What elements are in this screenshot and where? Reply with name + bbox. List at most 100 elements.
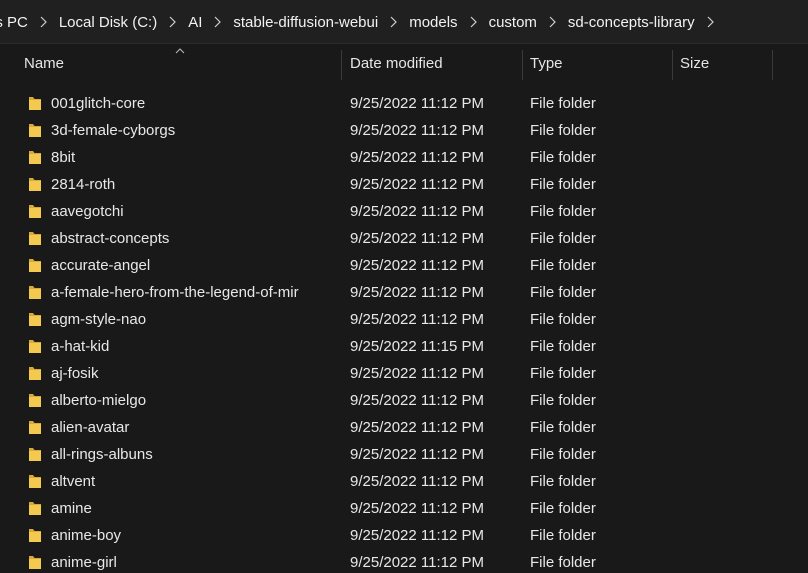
- file-name: anime-girl: [51, 554, 117, 571]
- column-divider[interactable]: [772, 50, 773, 80]
- date-modified: 9/25/2022 11:12 PM: [350, 257, 484, 274]
- folder-icon: [29, 367, 41, 380]
- column-header-size[interactable]: Size: [680, 44, 770, 82]
- file-name: agm-style-nao: [51, 311, 147, 328]
- chevron-right-icon[interactable]: [541, 16, 564, 28]
- list-item[interactable]: all-rings-albuns 9/25/2022 11:12 PM File f…: [0, 441, 808, 468]
- folder-icon: [29, 394, 41, 407]
- folder-icon: [29, 286, 41, 299]
- date-modified: 9/25/2022 11:12 PM: [350, 230, 484, 247]
- column-header-name[interactable]: Name: [24, 44, 340, 82]
- file-type: File folder: [530, 419, 596, 436]
- breadcrumb: is PC Local Disk (C:) AI stable-diffusion-w…: [0, 0, 722, 44]
- address-bar[interactable]: is PC Local Disk (C:) AI stable-diffusion-w…: [0, 0, 808, 44]
- file-list: 001glitch-core 9/25/2022 11:12 PM File fol…: [0, 90, 808, 573]
- column-headers: Name Date modified Type Size: [0, 44, 808, 82]
- file-name: 3d-female-cyborgs: [51, 122, 176, 139]
- folder-icon: [29, 421, 41, 434]
- date-modified: 9/25/2022 11:12 PM: [350, 149, 484, 166]
- folder-icon: [29, 259, 41, 272]
- folder-icon: [29, 124, 41, 137]
- breadcrumb-item[interactable]: AI: [184, 14, 206, 31]
- chevron-right-icon[interactable]: [206, 16, 229, 28]
- folder-icon: [29, 502, 41, 515]
- file-name: accurate-angel: [51, 257, 151, 274]
- date-modified: 9/25/2022 11:12 PM: [350, 446, 484, 463]
- folder-icon: [29, 232, 41, 245]
- folder-icon: [29, 178, 41, 191]
- chevron-right-icon[interactable]: [32, 16, 55, 28]
- file-type: File folder: [530, 554, 596, 571]
- date-modified: 9/25/2022 11:15 PM: [350, 338, 484, 355]
- file-name: 8bit: [51, 149, 76, 166]
- file-type: File folder: [530, 338, 596, 355]
- file-type: File folder: [530, 500, 596, 517]
- list-item[interactable]: 3d-female-cyborgs 9/25/2022 11:12 PM File …: [0, 117, 808, 144]
- breadcrumb-item[interactable]: models: [405, 14, 461, 31]
- list-item[interactable]: anime-boy 9/25/2022 11:12 PM File folder: [0, 522, 808, 549]
- list-item[interactable]: agm-style-nao 9/25/2022 11:12 PM File fold…: [0, 306, 808, 333]
- date-modified: 9/25/2022 11:12 PM: [350, 554, 484, 571]
- file-name: altvent: [51, 473, 96, 490]
- file-explorer-window: is PC Local Disk (C:) AI stable-diffusion-w…: [0, 0, 808, 573]
- column-header-size-label: Size: [680, 54, 710, 72]
- file-name: alien-avatar: [51, 419, 130, 436]
- file-type: File folder: [530, 365, 596, 382]
- file-type: File folder: [530, 473, 596, 490]
- list-item[interactable]: accurate-angel 9/25/2022 11:12 PM File fol…: [0, 252, 808, 279]
- folder-icon: [29, 475, 41, 488]
- file-type: File folder: [530, 257, 596, 274]
- list-item[interactable]: aj-fosik 9/25/2022 11:12 PM File folder: [0, 360, 808, 387]
- list-item[interactable]: altvent 9/25/2022 11:12 PM File folder: [0, 468, 808, 495]
- list-item[interactable]: 8bit 9/25/2022 11:12 PM File folder: [0, 144, 808, 171]
- date-modified: 9/25/2022 11:12 PM: [350, 365, 484, 382]
- breadcrumb-item[interactable]: is PC: [0, 14, 32, 31]
- list-item[interactable]: a-female-hero-from-the-legend-of-mir 9/25…: [0, 279, 808, 306]
- date-modified: 9/25/2022 11:12 PM: [350, 95, 484, 112]
- file-name: 001glitch-core: [51, 95, 146, 112]
- file-type: File folder: [530, 149, 596, 166]
- list-item[interactable]: alien-avatar 9/25/2022 11:12 PM File folde…: [0, 414, 808, 441]
- breadcrumb-item[interactable]: sd-concepts-library: [564, 14, 699, 31]
- list-item[interactable]: anime-girl 9/25/2022 11:12 PM File folder: [0, 549, 808, 573]
- date-modified: 9/25/2022 11:12 PM: [350, 122, 484, 139]
- breadcrumb-item[interactable]: custom: [485, 14, 541, 31]
- file-name: anime-boy: [51, 527, 122, 544]
- column-header-date-label: Date modified: [350, 54, 443, 72]
- list-item[interactable]: abstract-concepts 9/25/2022 11:12 PM File …: [0, 225, 808, 252]
- folder-icon: [29, 313, 41, 326]
- folder-icon: [29, 556, 41, 569]
- column-header-date[interactable]: Date modified: [350, 44, 520, 82]
- column-divider[interactable]: [522, 50, 523, 80]
- list-item[interactable]: 2814-roth 9/25/2022 11:12 PM File folder: [0, 171, 808, 198]
- chevron-right-icon[interactable]: [699, 16, 722, 28]
- date-modified: 9/25/2022 11:12 PM: [350, 284, 484, 301]
- date-modified: 9/25/2022 11:12 PM: [350, 527, 484, 544]
- file-type: File folder: [530, 122, 596, 139]
- breadcrumb-item[interactable]: Local Disk (C:): [55, 14, 161, 31]
- list-item[interactable]: amine 9/25/2022 11:12 PM File folder: [0, 495, 808, 522]
- chevron-right-icon[interactable]: [382, 16, 405, 28]
- file-name: a-female-hero-from-the-legend-of-mir: [51, 284, 299, 301]
- column-divider[interactable]: [341, 50, 342, 80]
- file-type: File folder: [530, 95, 596, 112]
- list-item[interactable]: aavegotchi 9/25/2022 11:12 PM File folder: [0, 198, 808, 225]
- file-name: a-hat-kid: [51, 338, 110, 355]
- folder-icon: [29, 205, 41, 218]
- chevron-right-icon[interactable]: [161, 16, 184, 28]
- chevron-right-icon[interactable]: [462, 16, 485, 28]
- folder-icon: [29, 97, 41, 110]
- file-name: aj-fosik: [51, 365, 99, 382]
- list-item[interactable]: 001glitch-core 9/25/2022 11:12 PM File fol…: [0, 90, 808, 117]
- date-modified: 9/25/2022 11:12 PM: [350, 176, 484, 193]
- date-modified: 9/25/2022 11:12 PM: [350, 392, 484, 409]
- column-header-type[interactable]: Type: [530, 44, 670, 82]
- column-header-type-label: Type: [530, 54, 563, 72]
- column-divider[interactable]: [672, 50, 673, 80]
- file-type: File folder: [530, 446, 596, 463]
- file-name: 2814-roth: [51, 176, 116, 193]
- list-item[interactable]: a-hat-kid 9/25/2022 11:15 PM File folder: [0, 333, 808, 360]
- breadcrumb-item[interactable]: stable-diffusion-webui: [229, 14, 382, 31]
- list-item[interactable]: alberto-mielgo 9/25/2022 11:12 PM File fol…: [0, 387, 808, 414]
- folder-icon: [29, 151, 41, 164]
